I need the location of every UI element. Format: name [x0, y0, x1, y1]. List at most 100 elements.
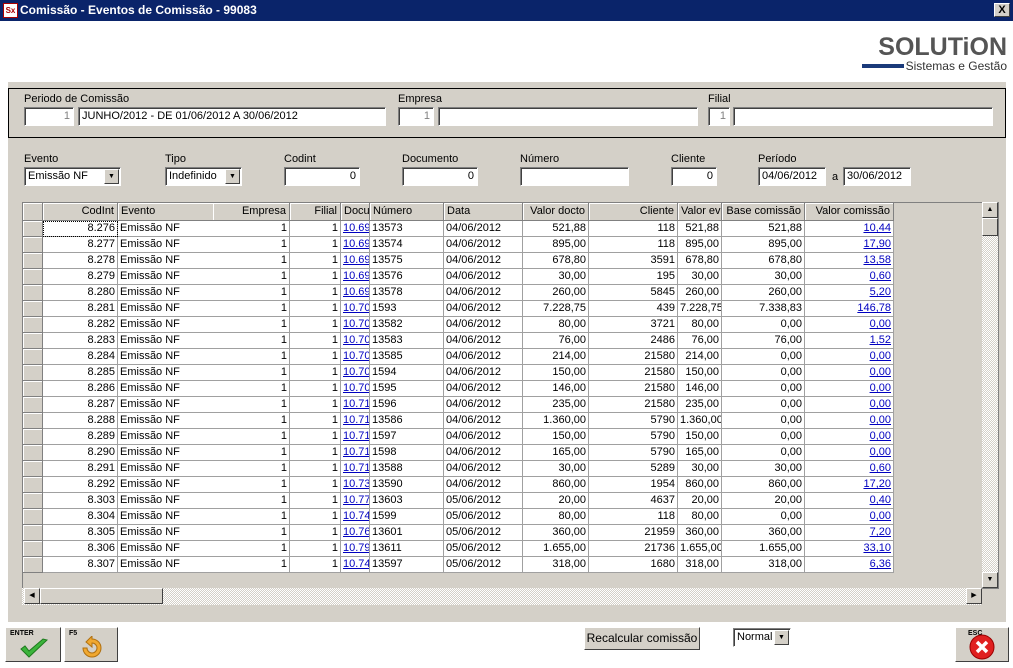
documento-value[interactable]: 10.691	[343, 222, 369, 234]
valor-comissao-value[interactable]: 1,52	[870, 334, 891, 346]
cell-documento[interactable]: 10.693	[341, 253, 370, 269]
documento-value[interactable]: 10.708	[343, 366, 369, 378]
empresa-field[interactable]	[438, 107, 698, 126]
valor-comissao-value[interactable]: 146,78	[857, 302, 891, 314]
documento-value[interactable]: 10.701	[343, 302, 369, 314]
cell-valor-comissao[interactable]: 0,00	[805, 349, 894, 365]
valor-comissao-value[interactable]: 17,20	[863, 478, 891, 490]
cell-documento[interactable]: 10.746	[341, 557, 370, 573]
cell-documento[interactable]: 10.711	[341, 413, 370, 429]
confirm-button[interactable]: ENTER	[5, 627, 61, 662]
documento-value[interactable]: 10.744	[343, 510, 369, 522]
filial-field[interactable]	[733, 107, 993, 126]
valor-comissao-value[interactable]: 10,44	[863, 222, 891, 234]
evento-select[interactable]: Emissão NF ▼	[24, 167, 121, 186]
row-selector[interactable]	[23, 477, 43, 493]
cell-valor-comissao[interactable]: 0,00	[805, 381, 894, 397]
documento-value[interactable]: 10.692	[343, 238, 369, 250]
cell-valor-comissao[interactable]: 0,40	[805, 493, 894, 509]
documento-value[interactable]: 10.693	[343, 254, 369, 266]
column-header-base-comissao[interactable]: Base comissão	[722, 203, 805, 221]
documento-value[interactable]: 10.694	[343, 270, 369, 282]
documento-value[interactable]: 10.712	[343, 430, 369, 442]
cell-documento[interactable]: 10.769	[341, 525, 370, 541]
cliente-field[interactable]: 0	[671, 167, 717, 186]
column-header-filial[interactable]: Filial	[290, 203, 341, 221]
documento-value[interactable]: 10.792	[343, 542, 369, 554]
documento-value[interactable]: 10.710	[343, 398, 369, 410]
documento-field[interactable]: 0	[402, 167, 478, 186]
documento-value[interactable]: 10.769	[343, 526, 369, 538]
column-header-cliente[interactable]: Cliente	[589, 203, 678, 221]
valor-comissao-value[interactable]: 5,20	[870, 286, 891, 298]
column-header-empresa[interactable]: Empresa	[213, 203, 290, 221]
cell-documento[interactable]: 10.744	[341, 509, 370, 525]
cell-valor-comissao[interactable]: 0,00	[805, 397, 894, 413]
column-header-valor-docto[interactable]: Valor docto	[523, 203, 589, 221]
mode-select[interactable]: Normal ▼	[733, 628, 791, 647]
documento-value[interactable]: 10.707	[343, 350, 369, 362]
cell-documento[interactable]: 10.779	[341, 493, 370, 509]
cell-valor-comissao[interactable]: 0,00	[805, 365, 894, 381]
row-selector[interactable]	[23, 397, 43, 413]
cell-valor-comissao[interactable]: 0,00	[805, 413, 894, 429]
chevron-down-icon[interactable]: ▼	[225, 169, 240, 184]
row-selector[interactable]	[23, 221, 43, 237]
periodo-comissao-field[interactable]: JUNHO/2012 - DE 01/06/2012 A 30/06/2012	[78, 107, 386, 126]
valor-comissao-value[interactable]: 0,60	[870, 270, 891, 282]
periodo-comissao-code[interactable]: 1	[24, 107, 74, 126]
row-selector[interactable]	[23, 429, 43, 445]
cell-documento[interactable]: 10.709	[341, 381, 370, 397]
cell-valor-comissao[interactable]: 0,60	[805, 269, 894, 285]
documento-value[interactable]: 10.746	[343, 558, 369, 570]
cell-documento[interactable]: 10.704	[341, 317, 370, 333]
horizontal-scrollbar[interactable]: ◀ ▶	[22, 588, 982, 605]
cell-valor-comissao[interactable]: 10,44	[805, 221, 894, 237]
cell-valor-comissao[interactable]: 17,90	[805, 237, 894, 253]
cell-valor-comissao[interactable]: 146,78	[805, 301, 894, 317]
cell-valor-comissao[interactable]: 0,00	[805, 429, 894, 445]
cell-documento[interactable]: 10.716	[341, 461, 370, 477]
cell-documento[interactable]: 10.691	[341, 221, 370, 237]
cell-documento[interactable]: 10.707	[341, 349, 370, 365]
tipo-select[interactable]: Indefinido ▼	[165, 167, 242, 186]
column-header-codint[interactable]: CodInt	[43, 203, 118, 221]
cell-valor-comissao[interactable]: 0,00	[805, 445, 894, 461]
row-selector[interactable]	[23, 525, 43, 541]
documento-value[interactable]: 10.705	[343, 334, 369, 346]
valor-comissao-value[interactable]: 0,00	[870, 446, 891, 458]
documento-value[interactable]: 10.696	[343, 286, 369, 298]
cell-valor-comissao[interactable]: 0,00	[805, 509, 894, 525]
cell-valor-comissao[interactable]: 13,58	[805, 253, 894, 269]
documento-value[interactable]: 10.711	[343, 414, 369, 426]
documento-value[interactable]: 10.779	[343, 494, 369, 506]
chevron-down-icon[interactable]: ▼	[104, 169, 119, 184]
valor-comissao-value[interactable]: 0,60	[870, 462, 891, 474]
periodo-from-field[interactable]: 04/06/2012	[758, 167, 826, 186]
valor-comissao-value[interactable]: 33,10	[863, 542, 891, 554]
valor-comissao-value[interactable]: 0,00	[870, 510, 891, 522]
valor-comissao-value[interactable]: 0,00	[870, 382, 891, 394]
documento-value[interactable]: 10.713	[343, 446, 369, 458]
valor-comissao-value[interactable]: 0,40	[870, 494, 891, 506]
filial-code[interactable]: 1	[708, 107, 730, 126]
column-header-data[interactable]: Data	[444, 203, 523, 221]
refresh-button[interactable]: F5	[64, 627, 118, 662]
valor-comissao-value[interactable]: 0,00	[870, 398, 891, 410]
cell-documento[interactable]: 10.705	[341, 333, 370, 349]
row-selector[interactable]	[23, 301, 43, 317]
row-selector[interactable]	[23, 541, 43, 557]
valor-comissao-value[interactable]: 13,58	[863, 254, 891, 266]
valor-comissao-value[interactable]: 0,00	[870, 430, 891, 442]
exit-button[interactable]: ESC	[955, 627, 1009, 662]
documento-value[interactable]: 10.704	[343, 318, 369, 330]
cell-documento[interactable]: 10.710	[341, 397, 370, 413]
cell-documento[interactable]: 10.792	[341, 541, 370, 557]
valor-comissao-value[interactable]: 0,00	[870, 414, 891, 426]
vertical-scrollbar[interactable]: ▲ ▼	[982, 202, 998, 588]
row-selector[interactable]	[23, 237, 43, 253]
cell-valor-comissao[interactable]: 6,36	[805, 557, 894, 573]
scroll-down-icon[interactable]: ▼	[982, 572, 998, 588]
cell-documento[interactable]: 10.732	[341, 477, 370, 493]
row-selector[interactable]	[23, 269, 43, 285]
